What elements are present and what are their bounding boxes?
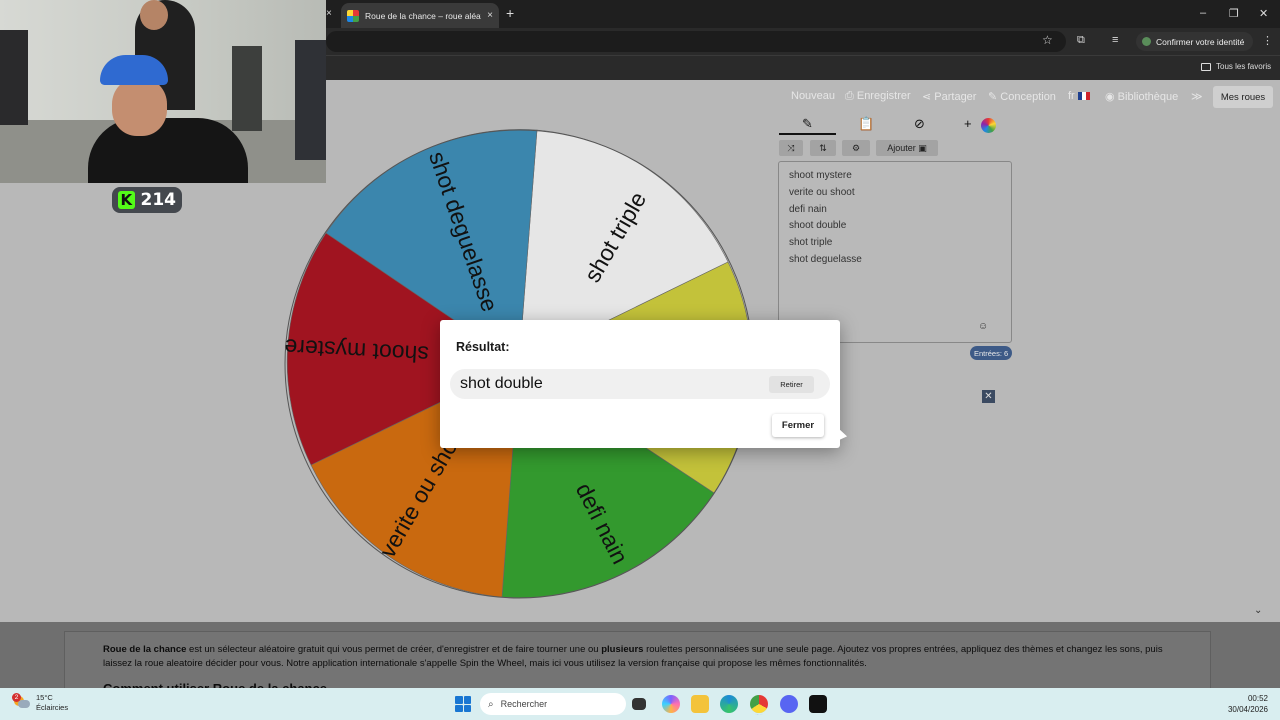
settings-button[interactable]: ⚙ xyxy=(842,140,870,156)
webcam-person-back-head xyxy=(140,0,168,30)
bookmark-star-icon[interactable]: ☆ xyxy=(1042,33,1053,47)
weather-text: 15°C Éclaircies xyxy=(36,693,68,713)
entry-item: defi nain xyxy=(789,203,827,215)
profile-avatar-icon xyxy=(1142,37,1151,46)
sort-icon: ⇅ xyxy=(819,142,827,153)
gear-icon: ⚙ xyxy=(851,142,861,153)
editor-tabs: ✎ 📋 ⊘ + xyxy=(779,115,1019,137)
close-ad-icon[interactable]: ✕ xyxy=(982,390,995,403)
temperature: 15°C xyxy=(36,693,53,702)
menu-language[interactable]: fr xyxy=(1068,90,1090,102)
menu-more-icon[interactable]: ≫ xyxy=(1191,90,1203,103)
chevron-down-icon[interactable]: ⌄ xyxy=(1254,605,1262,616)
identity-label: Confirmer votre identité xyxy=(1156,36,1245,47)
menu-enregistrer[interactable]: ⎙ Enregistrer xyxy=(845,90,911,103)
bibliotheque-label: Bibliothèque xyxy=(1117,91,1179,103)
clipboard-icon[interactable]: 📋 xyxy=(858,116,874,132)
shuffle-icon: ⤨ xyxy=(787,142,795,153)
viewer-count: 214 xyxy=(140,190,177,210)
copilot-icon[interactable] xyxy=(662,695,680,713)
new-tab-button[interactable]: + xyxy=(506,5,514,21)
kick-viewer-badge: K 214 xyxy=(112,187,182,213)
add-wheel-icon[interactable]: + xyxy=(964,116,972,131)
start-button[interactable] xyxy=(455,696,471,712)
result-value: shot double xyxy=(460,375,543,392)
entries-textarea[interactable]: shoot mystere verite ou shoot defi nain … xyxy=(778,161,1012,343)
globe-icon: ◉ xyxy=(1105,91,1115,103)
webcam-curtain xyxy=(0,30,28,125)
menu-conception[interactable]: ✎ Conception xyxy=(988,90,1056,103)
task-view-icon[interactable] xyxy=(632,698,646,710)
file-explorer-icon[interactable] xyxy=(691,695,709,713)
search-icon: ⌕ xyxy=(488,698,494,710)
edge-icon[interactable] xyxy=(720,695,738,713)
browser-tab-active[interactable]: Roue de la chance – roue aléatoire × xyxy=(341,3,499,28)
weather-desc: Éclaircies xyxy=(36,703,69,712)
webcam-person-right xyxy=(295,40,326,160)
discord-icon[interactable] xyxy=(780,695,798,713)
entry-item: shot triple xyxy=(789,237,833,249)
clock-date: 30/04/2026 xyxy=(1227,705,1268,714)
minimize-icon[interactable]: – xyxy=(1200,7,1206,19)
terminal-icon[interactable] xyxy=(809,695,827,713)
address-bar[interactable] xyxy=(326,31,1066,52)
weather-badge: 2 xyxy=(12,693,21,702)
system-clock[interactable]: 00:52 30/04/2026 xyxy=(1222,693,1268,715)
description-text: est un sélecteur aléatoire gratuit qui v… xyxy=(186,644,602,655)
maximize-icon[interactable]: ❐ xyxy=(1229,7,1239,20)
add-image-button[interactable]: Ajouter ▣ xyxy=(876,140,938,156)
french-flag-icon xyxy=(1077,92,1090,101)
all-favorites-label: Tous les favoris xyxy=(1216,62,1272,71)
taskbar-search[interactable]: ⌕ Rechercher xyxy=(480,693,626,715)
all-favorites-link[interactable]: Tous les favoris xyxy=(1201,62,1271,71)
chrome-icon[interactable] xyxy=(750,695,768,713)
entries-count-badge: Entrées: 6 xyxy=(970,346,1013,360)
shuffle-button[interactable]: ⤨ xyxy=(779,140,803,156)
entry-item: shoot double xyxy=(789,220,847,232)
hide-icon[interactable]: ⊘ xyxy=(914,116,925,132)
result-row: shot double Retirer xyxy=(450,369,830,399)
window-close-icon[interactable]: ✕ xyxy=(1259,7,1268,20)
menu-nouveau[interactable]: Nouveau xyxy=(791,90,835,102)
wheel-favicon-icon xyxy=(347,9,359,22)
edit-tab[interactable]: ✎ xyxy=(779,115,836,135)
close-tab-icon[interactable]: × xyxy=(326,8,332,19)
clock-time: 00:52 xyxy=(1247,694,1268,703)
webcam-overlay xyxy=(0,0,326,183)
emoji-icon[interactable]: ☺ xyxy=(978,321,988,332)
remove-button[interactable]: Retirer xyxy=(769,376,814,393)
webcam-streamer-cap xyxy=(100,55,168,85)
dialog-title: Résultat: xyxy=(456,340,510,354)
entry-item: shot deguelasse xyxy=(789,253,862,265)
webcam-streamer-body xyxy=(88,118,248,183)
folder-icon xyxy=(1201,62,1211,71)
webcam-door xyxy=(232,46,262,131)
media-icon[interactable]: ≡ xyxy=(1112,34,1118,46)
entry-item: shoot mystere xyxy=(789,170,852,181)
result-dialog: Résultat: shot double Retirer Fermer xyxy=(440,320,840,448)
search-placeholder: Rechercher xyxy=(500,699,548,709)
webcam-streamer-face xyxy=(112,78,167,136)
weather-widget[interactable]: 2 15°C Éclaircies xyxy=(12,693,68,713)
color-wheel-icon[interactable] xyxy=(981,118,996,133)
mes-roues-button[interactable]: Mes roues xyxy=(1213,86,1273,108)
language-code: fr xyxy=(1068,90,1075,102)
menu-partager[interactable]: ⋖ Partager xyxy=(922,90,976,103)
kick-logo-icon: K xyxy=(118,191,135,209)
extensions-icon[interactable]: ⧉ xyxy=(1077,34,1085,47)
description-bold: Roue de la chance xyxy=(103,644,187,655)
tab-title: Roue de la chance – roue aléatoire xyxy=(365,10,481,21)
close-tab-icon[interactable]: × xyxy=(487,10,493,21)
description-bold: plusieurs xyxy=(601,644,644,655)
sort-button[interactable]: ⇅ xyxy=(810,140,836,156)
weather-icon: 2 xyxy=(12,693,30,710)
cloud-icon xyxy=(18,700,30,708)
browser-menu-icon[interactable]: ⋮ xyxy=(1262,34,1273,47)
menu-bibliotheque[interactable]: ◉ Bibliothèque xyxy=(1105,90,1178,103)
entry-item: verite ou shoot xyxy=(789,186,855,198)
close-button[interactable]: Fermer xyxy=(772,414,824,437)
pencil-icon: ✎ xyxy=(802,116,813,131)
identity-button[interactable]: Confirmer votre identité xyxy=(1136,32,1254,51)
